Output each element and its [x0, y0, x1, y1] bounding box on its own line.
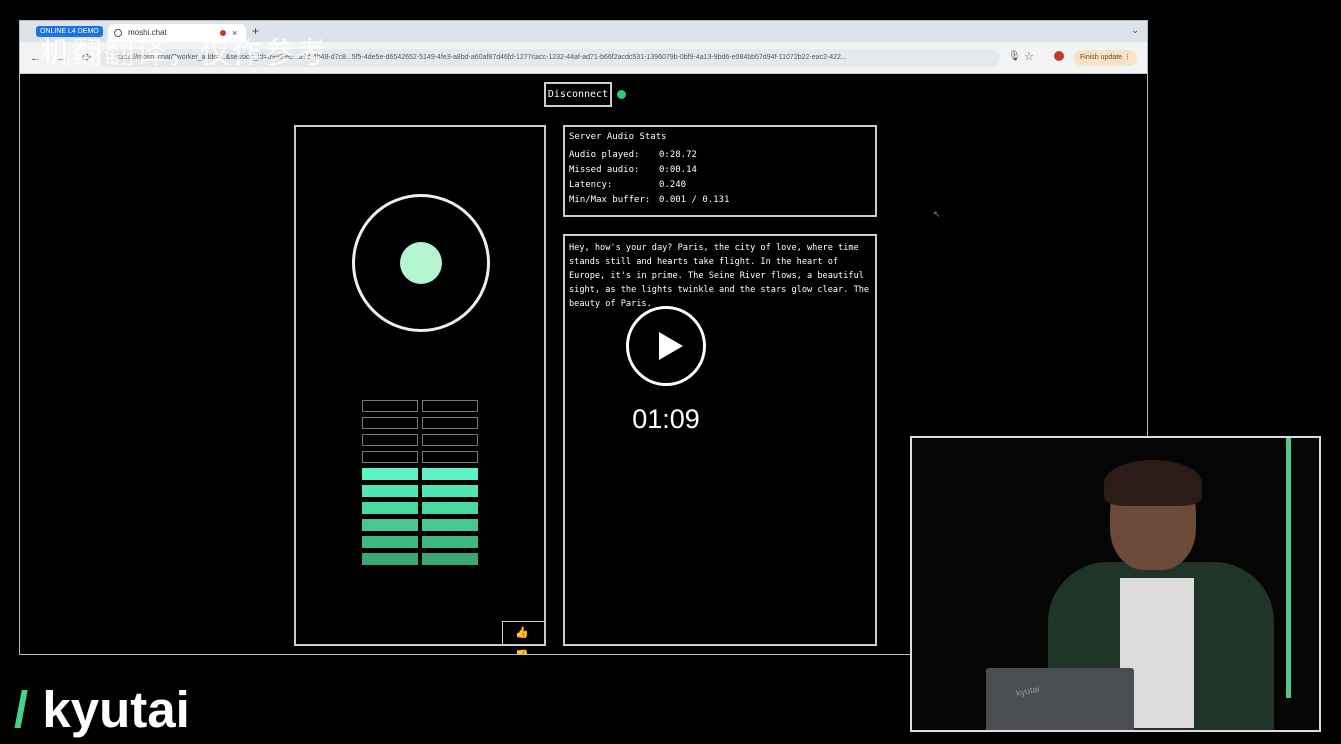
profile-avatar-icon[interactable]	[1054, 51, 1064, 61]
kyutai-logo: / kyutai	[14, 680, 190, 740]
logo-slash: /	[14, 681, 29, 738]
voice-orb	[400, 242, 442, 284]
window-controls-icon[interactable]: ⌄	[1131, 25, 1139, 36]
speaker-video-inset: kyutai	[910, 436, 1321, 732]
meter-bar-lit	[422, 485, 478, 497]
feedback-buttons[interactable]: 👍 👎	[502, 621, 546, 654]
presenter-hair	[1104, 460, 1202, 506]
video-timestamp: 01:09	[632, 404, 700, 434]
stat-value: 0.001 / 0.131	[659, 195, 730, 205]
stat-label: Min/Max buffer:	[569, 195, 651, 205]
speaker-ring	[352, 194, 490, 332]
meter-bar-lit	[422, 519, 478, 531]
play-icon	[659, 332, 683, 360]
meter-bar-lit	[362, 536, 418, 548]
stat-value: 0:28.72	[659, 150, 697, 160]
bookmark-star-icon[interactable]: ☆	[1024, 50, 1034, 63]
meter-bar-off	[422, 451, 478, 463]
laptop-logo: kyutai	[1015, 683, 1041, 699]
stat-value: 0.240	[659, 180, 687, 190]
meter-bar-lit	[422, 553, 478, 565]
meter-bar-off	[362, 451, 418, 463]
meter-bar-off	[422, 434, 478, 446]
connection-status-dot	[617, 90, 626, 99]
stats-title: Server Audio Stats	[569, 132, 667, 142]
stat-label: Audio played:	[569, 150, 640, 160]
mouse-cursor-icon: ↖	[933, 209, 941, 219]
meter-bar-off	[422, 417, 478, 429]
audio-visualizer-panel: 👍 👎	[294, 125, 546, 654]
stat-row: Latency: 0.240	[569, 180, 871, 195]
stat-row: Missed audio: 0:00.14	[569, 165, 871, 180]
stat-value: 0:00.14	[659, 165, 697, 175]
meter-bar-lit	[422, 502, 478, 514]
meter-bar-lit	[422, 536, 478, 548]
finish-update-button[interactable]: Finish update ⋮	[1074, 50, 1137, 66]
server-audio-stats-panel: Server Audio Stats Audio played: 0:28.72 …	[563, 125, 877, 217]
translation-watermark: 机翻翻译，仅作参考	[40, 37, 328, 70]
video-play-button[interactable]	[626, 306, 706, 386]
meter-bar-lit	[362, 485, 418, 497]
meter-bar-lit	[362, 519, 418, 531]
stat-row: Audio played: 0:28.72	[569, 150, 871, 165]
microphone-icon[interactable]: 🎙	[1008, 51, 1021, 62]
stat-row: Min/Max buffer: 0.001 / 0.131	[569, 195, 871, 210]
disconnect-button[interactable]: Disconnect	[544, 82, 612, 107]
stat-label: Missed audio:	[569, 165, 640, 175]
meter-bar-off	[362, 417, 418, 429]
transcript-panel: Hey, how's your day? Paris, the city of …	[563, 234, 877, 646]
meter-bar-lit	[362, 553, 418, 565]
meter-bar-lit	[422, 468, 478, 480]
stat-label: Latency:	[569, 180, 613, 190]
meter-bar-off	[422, 400, 478, 412]
meter-bar-lit	[362, 468, 418, 480]
laptop: kyutai	[986, 668, 1134, 730]
meter-bar-lit	[362, 502, 418, 514]
logo-wordmark: kyutai	[42, 681, 190, 738]
meter-bar-off	[362, 400, 418, 412]
stage-light	[1286, 438, 1291, 698]
meter-bar-off	[362, 434, 418, 446]
